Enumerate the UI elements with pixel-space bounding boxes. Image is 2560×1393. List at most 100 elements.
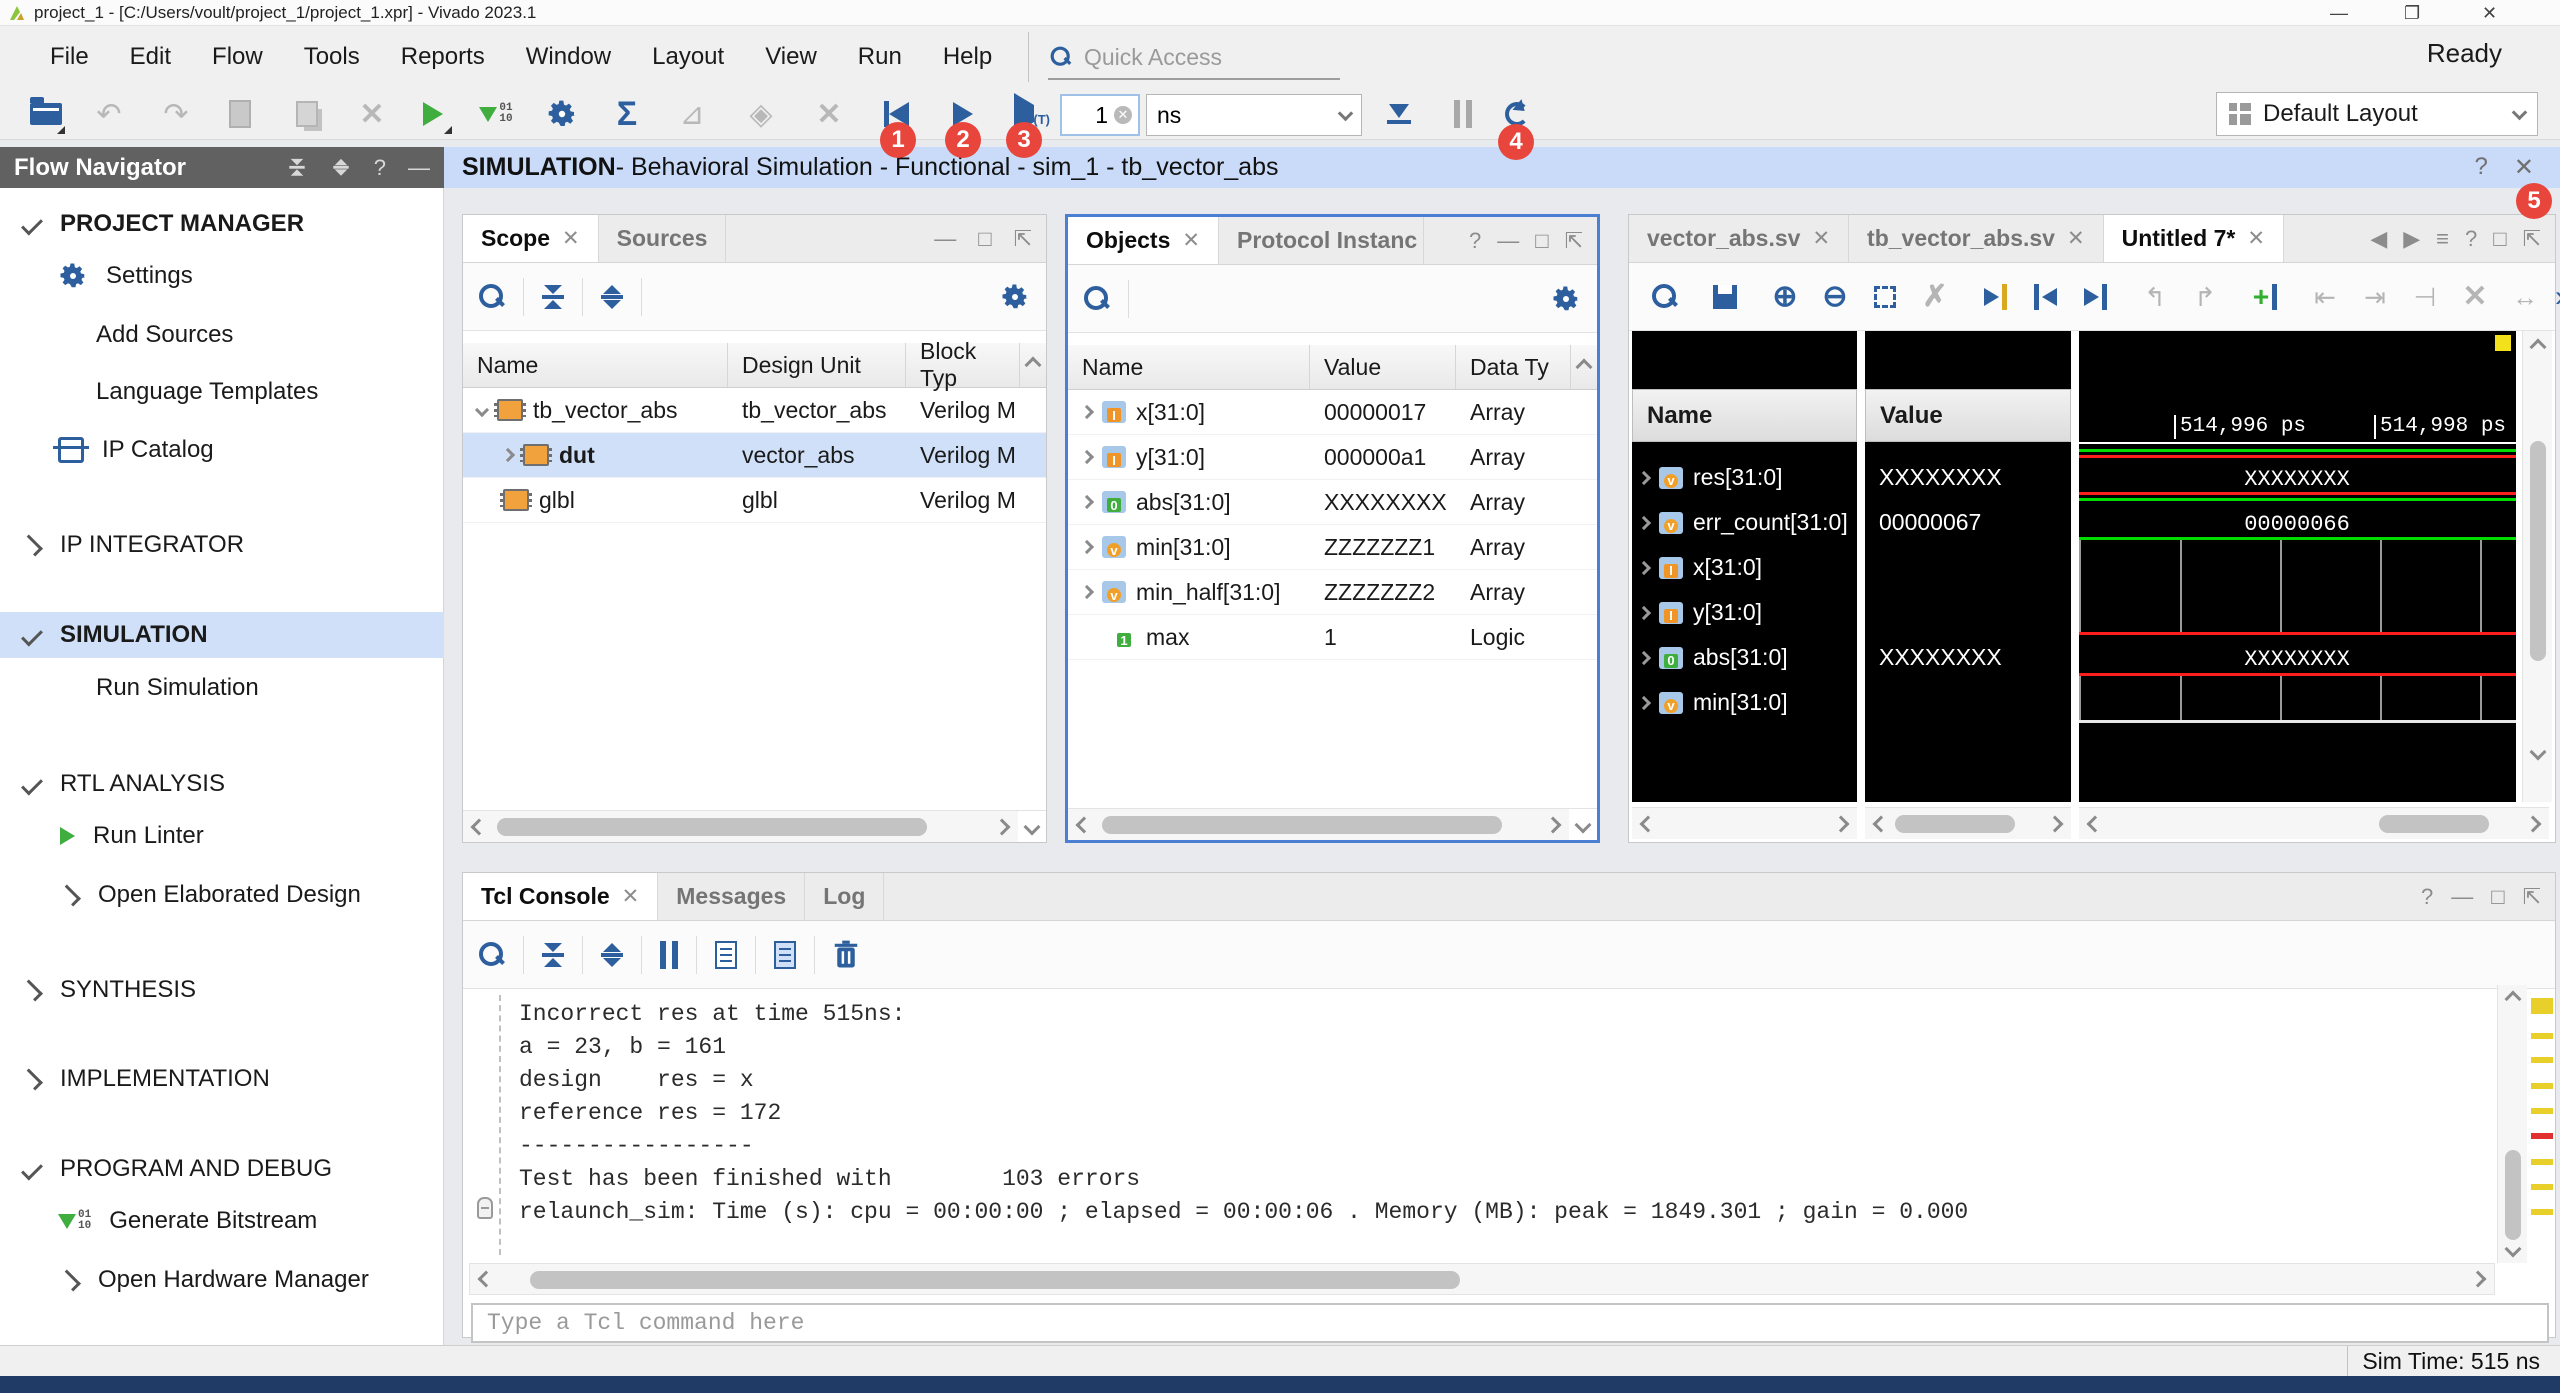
column-data-type[interactable]: Data Ty: [1456, 345, 1571, 389]
expand-all-icon[interactable]: [601, 943, 623, 967]
scroll-right-icon[interactable]: [1833, 815, 1850, 832]
scroll-left-icon[interactable]: [2087, 815, 2104, 832]
chevron-right-icon[interactable]: [1080, 405, 1094, 419]
minimize-panel-icon[interactable]: —: [1497, 228, 1519, 254]
scroll-left-icon[interactable]: [471, 818, 488, 835]
zoom-out-icon[interactable]: ⊖: [1815, 275, 1855, 319]
item-add-sources[interactable]: Add Sources: [0, 312, 444, 358]
column-design-unit[interactable]: Design Unit: [728, 343, 906, 387]
close-icon[interactable]: ✕: [2247, 226, 2265, 251]
table-row[interactable]: 1max 1 Logic: [1068, 615, 1597, 660]
wave-signal-row[interactable]: Iy[31:0]: [1639, 590, 1853, 635]
collapse-all-icon[interactable]: [542, 943, 564, 967]
expand-all-icon[interactable]: [333, 158, 348, 176]
redo-button[interactable]: ↷: [153, 92, 199, 136]
tab-log[interactable]: Log: [805, 873, 884, 920]
chevron-right-icon[interactable]: [1080, 585, 1094, 599]
horizontal-scrollbar[interactable]: [463, 810, 1018, 842]
chevron-right-icon[interactable]: [501, 448, 515, 462]
time-unit-select[interactable]: ns: [1146, 94, 1362, 136]
scroll-up-icon[interactable]: [1025, 357, 1042, 374]
minimize-panel-icon[interactable]: —: [934, 226, 956, 252]
cursor-toggle-icon[interactable]: ✗: [1915, 275, 1955, 319]
close-icon[interactable]: ✕: [2514, 153, 2534, 182]
tab-scope[interactable]: Scope✕: [463, 215, 599, 262]
maximize-panel-icon[interactable]: □: [978, 226, 991, 252]
search-icon[interactable]: [479, 942, 505, 968]
chevron-right-icon[interactable]: [1080, 450, 1094, 464]
close-icon[interactable]: ✕: [2067, 226, 2085, 251]
zoom-fit-icon[interactable]: [1865, 275, 1905, 319]
add-marker-icon[interactable]: +: [2245, 275, 2285, 319]
chevron-right-icon[interactable]: [1639, 470, 1651, 484]
gear-icon[interactable]: [1000, 282, 1030, 312]
search-icon[interactable]: [479, 284, 505, 310]
tab-sources[interactable]: Sources: [599, 215, 727, 262]
scroll-left-icon[interactable]: [1873, 815, 1890, 832]
menu-flow[interactable]: Flow: [212, 43, 263, 71]
vertical-scrollbar[interactable]: [2522, 331, 2552, 802]
close-icon[interactable]: ✕: [1812, 226, 1830, 251]
table-row[interactable]: 0abs[31:0] XXXXXXXX Array: [1068, 480, 1597, 525]
menu-window[interactable]: Window: [526, 43, 611, 71]
chevron-down-icon[interactable]: [21, 1158, 43, 1180]
item-settings[interactable]: Settings: [0, 253, 444, 299]
menu-view[interactable]: View: [765, 43, 817, 71]
wave-cursor-marker[interactable]: [2495, 335, 2511, 351]
minimize-panel-icon[interactable]: —: [408, 155, 430, 181]
tab-untitled-7[interactable]: Untitled 7*✕: [2104, 215, 2284, 262]
collapse-all-icon[interactable]: [542, 285, 564, 309]
horizontal-scrollbar[interactable]: [2079, 807, 2549, 839]
horizontal-scrollbar[interactable]: [1632, 807, 1857, 839]
wave-value-header[interactable]: Value: [1865, 389, 2071, 442]
scroll-left-icon[interactable]: [1076, 816, 1093, 833]
item-open-hardware-manager[interactable]: Open Hardware Manager: [0, 1257, 444, 1303]
horizontal-scrollbar[interactable]: [1865, 807, 2071, 839]
sim-time-input[interactable]: 1 ✕: [1060, 94, 1140, 136]
menu-reports[interactable]: Reports: [401, 43, 485, 71]
help-icon[interactable]: ?: [374, 155, 386, 181]
column-block-type[interactable]: Block Typ: [906, 343, 1020, 387]
pause-output-icon[interactable]: [660, 941, 678, 969]
close-icon[interactable]: ✕: [622, 884, 640, 909]
gear-icon[interactable]: [1551, 284, 1581, 314]
scroll-left-icon[interactable]: [478, 1271, 495, 1288]
generate-bitstream-button[interactable]: 0110: [473, 92, 519, 136]
maximize-panel-icon[interactable]: □: [2491, 884, 2504, 910]
search-icon[interactable]: [1645, 275, 1685, 319]
tab-tb-vector-abs-sv[interactable]: tb_vector_abs.sv✕: [1849, 215, 2104, 262]
collapse-all-icon[interactable]: [289, 158, 304, 176]
paste-button[interactable]: [284, 92, 330, 136]
scroll-up-icon[interactable]: [2504, 991, 2521, 1008]
more-tools-icon[interactable]: »: [2555, 280, 2560, 314]
expand-all-icon[interactable]: [601, 285, 623, 309]
go-to-transition-icon[interactable]: [1975, 275, 2015, 319]
maximize-panel-icon[interactable]: □: [1535, 228, 1548, 254]
chevron-down-icon[interactable]: [21, 624, 43, 646]
chevron-right-icon[interactable]: [21, 534, 43, 556]
horizontal-scrollbar[interactable]: [469, 1263, 2495, 1295]
column-name[interactable]: Name: [1068, 345, 1310, 389]
wave-signal-row[interactable]: vmin[31:0]: [1639, 680, 1853, 725]
copy-icon[interactable]: [715, 941, 737, 969]
close-window-button[interactable]: ✕: [2482, 0, 2497, 26]
chevron-right-icon[interactable]: [1639, 560, 1651, 574]
tab-messages[interactable]: Messages: [658, 873, 805, 920]
save-icon[interactable]: [1705, 275, 1745, 319]
item-run-linter[interactable]: Run Linter: [0, 813, 444, 859]
minimize-window-button[interactable]: —: [2330, 0, 2348, 26]
menu-edit[interactable]: Edit: [130, 43, 171, 71]
help-icon[interactable]: ?: [2465, 226, 2477, 252]
scroll-down-icon[interactable]: [2529, 744, 2546, 761]
scroll-down-icon[interactable]: [1575, 816, 1592, 833]
item-run-simulation[interactable]: Run Simulation: [0, 665, 444, 711]
column-value[interactable]: Value: [1310, 345, 1456, 389]
section-program-and-debug[interactable]: PROGRAM AND DEBUG: [0, 1146, 444, 1192]
float-panel-icon[interactable]: ⇱: [2523, 226, 2541, 252]
menu-layout[interactable]: Layout: [652, 43, 724, 71]
maximize-panel-icon[interactable]: □: [2493, 226, 2506, 252]
section-ip-integrator[interactable]: IP INTEGRATOR: [0, 522, 444, 568]
previous-transition-icon[interactable]: [2025, 275, 2065, 319]
settings-button[interactable]: [539, 92, 585, 136]
chevron-right-icon[interactable]: [1639, 605, 1651, 619]
